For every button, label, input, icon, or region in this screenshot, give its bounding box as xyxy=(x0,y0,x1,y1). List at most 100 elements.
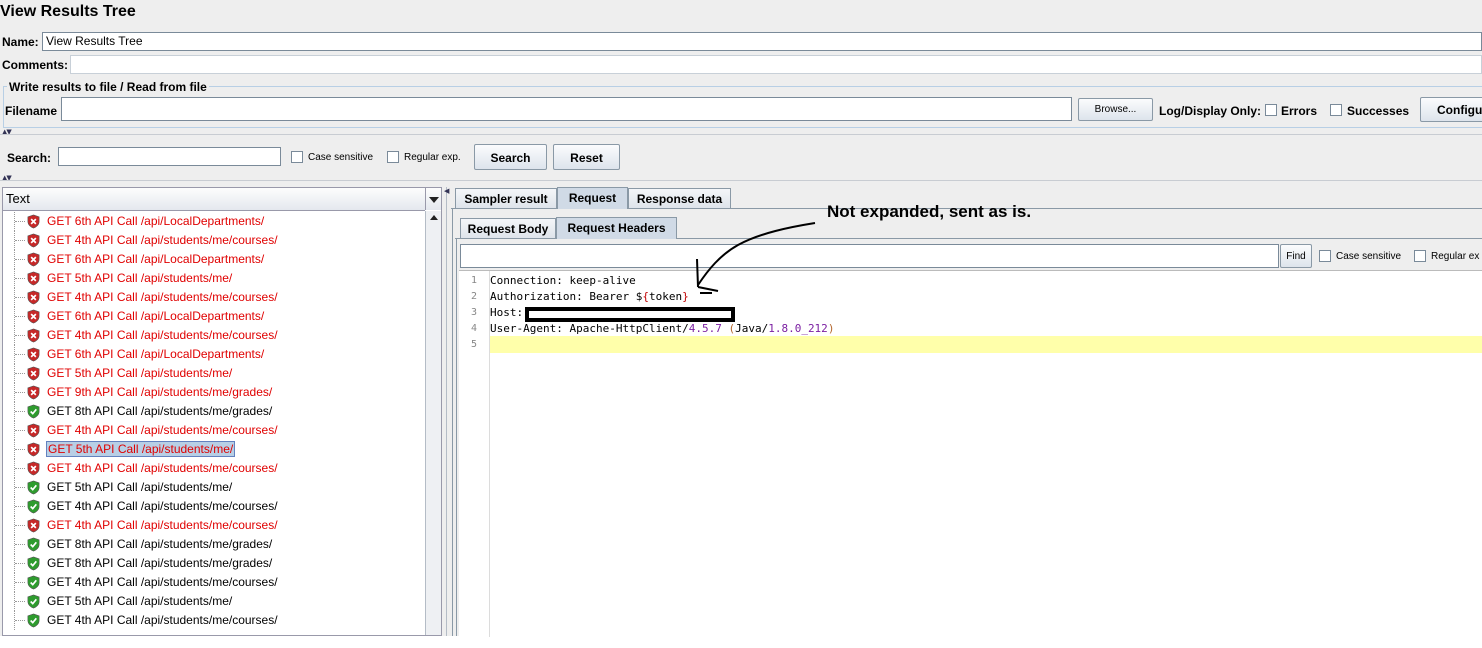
comments-label: Comments: xyxy=(2,58,69,72)
success-shield-icon xyxy=(27,404,40,419)
success-shield-icon xyxy=(27,499,40,514)
successes-checkbox[interactable] xyxy=(1330,104,1342,116)
header-line-authorization: Authorization: Bearer ${token} xyxy=(490,290,689,303)
browse-button[interactable]: Browse... xyxy=(1078,98,1153,121)
divider-2 xyxy=(0,180,1482,181)
tree-row[interactable]: GET 4th API Call /api/students/me/course… xyxy=(3,288,425,307)
tab-request-body[interactable]: Request Body xyxy=(460,218,556,239)
success-shield-icon xyxy=(27,556,40,571)
header-line-host: Host: xyxy=(490,306,523,319)
tree-row[interactable]: GET 8th API Call /api/students/me/grades… xyxy=(3,402,425,421)
tree-scrollbar[interactable] xyxy=(425,211,441,635)
annotation-arrow-icon xyxy=(696,222,816,294)
tree-row-label: GET 5th API Call /api/students/me/ xyxy=(46,441,236,457)
find-regex-checkbox[interactable] xyxy=(1414,250,1426,262)
tree-row[interactable]: GET 6th API Call /api/LocalDepartments/ xyxy=(3,250,425,269)
tree-row-label: GET 6th API Call /api/LocalDepartments/ xyxy=(47,347,265,361)
paren-close: ) xyxy=(827,322,835,335)
tree-row-label: GET 4th API Call /api/students/me/course… xyxy=(47,233,278,247)
error-shield-icon xyxy=(27,347,40,362)
tree-row[interactable]: GET 6th API Call /api/LocalDepartments/ xyxy=(3,307,425,326)
error-shield-icon xyxy=(27,214,40,229)
line-number: 2 xyxy=(470,291,477,302)
find-input[interactable] xyxy=(460,244,1279,268)
search-button[interactable]: Search xyxy=(474,144,547,170)
tree-row[interactable]: GET 4th API Call /api/students/me/course… xyxy=(3,421,425,440)
tree-row[interactable]: GET 5th API Call /api/students/me/ xyxy=(3,440,425,459)
search-case-label: Case sensitive xyxy=(308,152,374,163)
brace-open: { xyxy=(642,290,649,303)
tree-row-label: GET 8th API Call /api/students/me/grades… xyxy=(47,537,273,551)
line-number-gutter: 1 2 3 4 5 xyxy=(459,271,490,637)
errors-checkbox[interactable] xyxy=(1265,104,1277,116)
tree-row[interactable]: GET 4th API Call /api/students/me/course… xyxy=(3,459,425,478)
divider-1 xyxy=(0,134,1482,135)
tree-row[interactable]: GET 8th API Call /api/students/me/grades… xyxy=(3,535,425,554)
java-version: 1.8.0_212 xyxy=(768,322,828,335)
tab-response-data[interactable]: Response data xyxy=(628,188,731,209)
find-case-label: Case sensitive xyxy=(1336,251,1402,262)
vertical-splitter[interactable]: ◀ xyxy=(444,187,451,636)
log-display-label: Log/Display Only: xyxy=(1159,104,1262,118)
tree-row[interactable]: GET 4th API Call /api/students/me/course… xyxy=(3,573,425,592)
tree-row-label: GET 6th API Call /api/LocalDepartments/ xyxy=(47,309,265,323)
tree-row[interactable]: GET 4th API Call /api/students/me/course… xyxy=(3,231,425,250)
tree-row[interactable]: GET 5th API Call /api/students/me/ xyxy=(3,478,425,497)
search-regex-checkbox[interactable] xyxy=(387,151,399,163)
header-value: keep-alive xyxy=(562,274,636,287)
view-results-tree-panel: View Results Tree Name: View Results Tre… xyxy=(0,0,1482,637)
tree-row[interactable]: GET 5th API Call /api/students/me/ xyxy=(3,592,425,611)
filename-input[interactable] xyxy=(61,97,1072,121)
tree-row[interactable]: GET 4th API Call /api/students/me/course… xyxy=(3,326,425,345)
tree-row[interactable]: GET 4th API Call /api/students/me/course… xyxy=(3,497,425,516)
tree-row-label: GET 5th API Call /api/students/me/ xyxy=(47,480,233,494)
tree-row-label: GET 4th API Call /api/students/me/course… xyxy=(47,613,278,627)
results-tree[interactable]: Text GET 6th API Call /api/LocalDepartme… xyxy=(2,187,442,636)
tree-header[interactable]: Text xyxy=(3,188,425,211)
configure-button[interactable]: Configu xyxy=(1420,97,1482,122)
tab-request[interactable]: Request xyxy=(557,187,628,209)
name-field[interactable]: View Results Tree xyxy=(42,32,1482,51)
file-group-title: Write results to file / Read from file xyxy=(7,80,209,94)
tree-row[interactable]: GET 6th API Call /api/LocalDepartments/ xyxy=(3,212,425,231)
success-shield-icon xyxy=(27,480,40,495)
header-line-connection: Connection: keep-alive xyxy=(490,274,636,287)
header-line-user-agent: User-Agent: Apache-HttpClient/4.5.7 (Jav… xyxy=(490,322,834,335)
tab-sampler-result[interactable]: Sampler result xyxy=(455,188,557,209)
tree-row[interactable]: GET 5th API Call /api/students/me/ xyxy=(3,364,425,383)
comments-field[interactable] xyxy=(70,55,1482,74)
scroll-up-icon[interactable] xyxy=(426,211,441,225)
tree-row[interactable]: GET 4th API Call /api/students/me/course… xyxy=(3,611,425,630)
tree-row[interactable]: GET 5th API Call /api/students/me/ xyxy=(3,269,425,288)
tree-row-label: GET 5th API Call /api/students/me/ xyxy=(47,366,233,380)
errors-label: Errors xyxy=(1281,104,1318,118)
search-label: Search: xyxy=(7,151,52,165)
tree-row[interactable]: GET 6th API Call /api/LocalDepartments/ xyxy=(3,345,425,364)
tree-row[interactable]: GET 8th API Call /api/students/me/grades… xyxy=(3,554,425,573)
tree-row[interactable]: GET 9th API Call /api/students/me/grades… xyxy=(3,383,425,402)
current-line-highlight xyxy=(490,336,1482,353)
tree-row[interactable]: GET 4th API Call /api/students/me/course… xyxy=(3,516,425,535)
tree-row-label: GET 4th API Call /api/students/me/course… xyxy=(47,518,278,532)
token-variable: token xyxy=(648,290,683,303)
success-shield-icon xyxy=(27,537,40,552)
renderer-dropdown-icon[interactable] xyxy=(425,188,441,210)
find-button[interactable]: Find xyxy=(1280,244,1312,268)
request-headers-editor[interactable]: 1 2 3 4 5 Connection: keep-alive Authori… xyxy=(459,270,1482,637)
error-shield-icon xyxy=(27,366,40,381)
splitter-left-arrow-icon[interactable]: ◀ xyxy=(444,187,449,195)
search-case-checkbox[interactable] xyxy=(291,151,303,163)
tree-row-label: GET 4th API Call /api/students/me/course… xyxy=(47,328,278,342)
tab-request-headers[interactable]: Request Headers xyxy=(556,217,677,239)
tree-row-label: GET 8th API Call /api/students/me/grades… xyxy=(47,556,273,570)
find-case-checkbox[interactable] xyxy=(1319,250,1331,262)
search-input[interactable] xyxy=(58,147,281,166)
tree-row-label: GET 4th API Call /api/students/me/course… xyxy=(47,461,278,475)
find-regex-label: Regular ex xyxy=(1431,251,1480,262)
success-shield-icon xyxy=(27,613,40,628)
reset-button[interactable]: Reset xyxy=(553,144,620,170)
tree-row-label: GET 4th API Call /api/students/me/course… xyxy=(47,499,278,513)
error-shield-icon xyxy=(27,290,40,305)
success-shield-icon xyxy=(27,594,40,609)
paren-open: ( xyxy=(721,322,736,335)
